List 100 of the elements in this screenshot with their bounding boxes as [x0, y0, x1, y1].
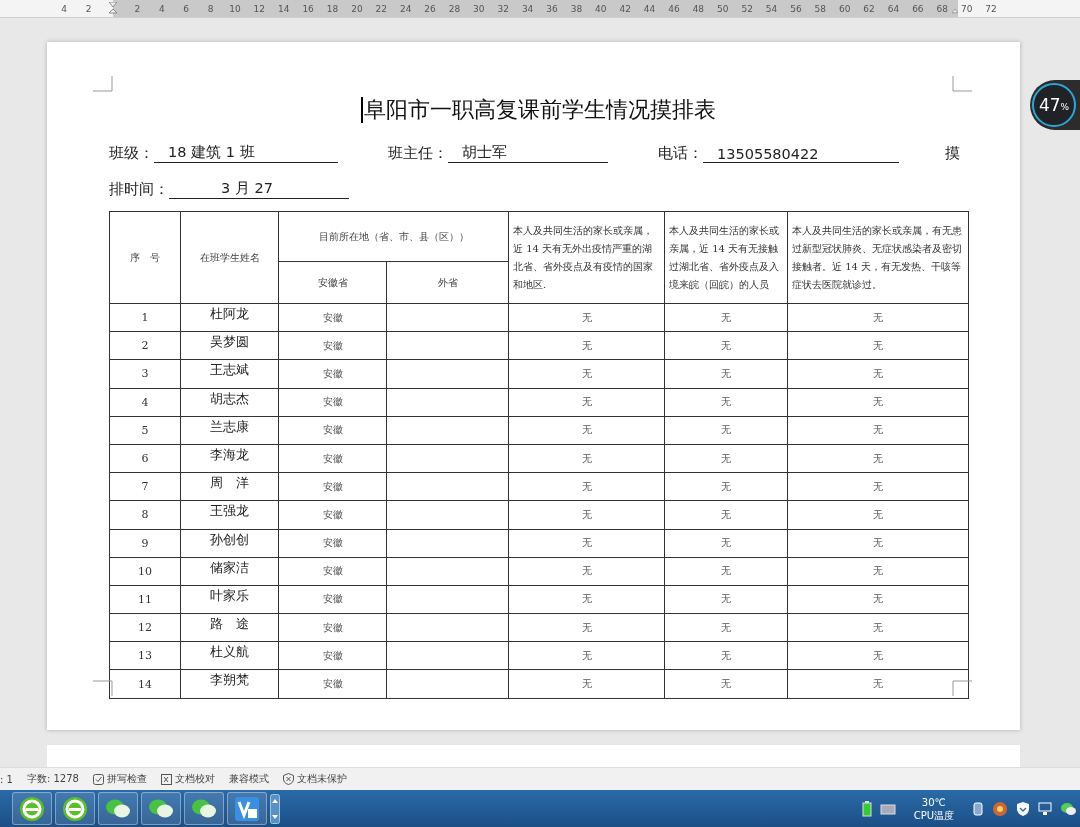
table-cell: 无: [508, 303, 665, 332]
table-cell: 安徽: [278, 359, 387, 389]
table-cell: 11: [109, 585, 181, 614]
ruler-number: 62: [863, 3, 875, 14]
table-cell: 无: [787, 472, 969, 501]
table-cell: 6: [109, 444, 181, 473]
chat-icon[interactable]: [191, 797, 217, 820]
field-label: 班级：: [109, 144, 154, 163]
ruler-number: 28: [448, 3, 461, 14]
table-cell: 无: [787, 331, 969, 360]
ruler-number: 40: [595, 3, 607, 14]
ruler-number: 16: [302, 3, 314, 14]
field-value: 18 建筑 1 班: [154, 143, 338, 163]
table-cell: 无: [664, 557, 788, 586]
table-cell: 无: [787, 303, 969, 332]
table-cell: 安徽: [278, 331, 387, 360]
field-label: 电话：: [658, 144, 703, 163]
ruler-number: 38: [570, 3, 583, 14]
ruler-number: 34: [521, 3, 534, 14]
table-cell: 无: [664, 500, 788, 529]
ruler-number: 50: [717, 3, 729, 14]
table-cell: 安徽: [278, 613, 387, 642]
table-cell: 孙创创: [180, 529, 279, 558]
corner-mark-icon: [93, 76, 113, 92]
table-cell: 无: [508, 359, 665, 389]
ruler-number: 18: [326, 3, 339, 14]
ruler-number: 64: [887, 3, 900, 14]
table-cell: 14: [109, 669, 181, 699]
chat-icon[interactable]: [1060, 801, 1076, 816]
table-cell: 无: [787, 529, 969, 558]
ruler-number: 42: [619, 3, 631, 14]
ruler-number: 4: [61, 3, 68, 14]
table-cell: 无: [787, 613, 969, 642]
table-cell: 安徽: [278, 557, 387, 586]
ruler-number: 72: [985, 3, 997, 14]
table-cell: 无: [787, 641, 969, 670]
progress-widget[interactable]: 47%: [1030, 80, 1080, 130]
table-cell: 李朔梵: [180, 669, 279, 699]
table-cell: 杜阿龙: [180, 303, 279, 332]
table-cell: 无: [787, 359, 969, 389]
status-item[interactable]: 拼写检查: [106, 772, 147, 786]
monitor-icon[interactable]: [1038, 801, 1052, 816]
table-cell: 无: [664, 641, 788, 670]
corner-mark-icon: [952, 680, 972, 696]
table-cell: 4: [109, 388, 181, 417]
table-cell: 无: [787, 416, 969, 445]
table-cell: 无: [787, 585, 969, 614]
status-item[interactable]: 文档校对: [174, 772, 215, 786]
table-cell: 2: [109, 331, 181, 360]
drive-icon[interactable]: [879, 802, 896, 815]
chat-icon[interactable]: [105, 797, 131, 820]
ruler-number: 30: [473, 3, 485, 14]
ruler-number: 24: [399, 3, 412, 14]
field-label: 摸: [945, 144, 960, 163]
scroll-arrows-icon[interactable]: [270, 793, 280, 824]
battery-icon[interactable]: [861, 800, 872, 817]
table-cell: 安徽: [278, 500, 387, 529]
ruler-number: 68: [936, 3, 948, 14]
table-cell: 王志斌: [180, 359, 279, 389]
column-header: 本人及共同生活的家长或亲属，近 14 天有无外出疫情严重的湖北省、省外疫点及有疫情的国家和地区.: [508, 211, 665, 304]
table-cell: 无: [787, 388, 969, 417]
table-cell: 胡志杰: [180, 388, 279, 417]
status-item[interactable]: 兼容模式: [228, 772, 269, 786]
column-header: 本人及共同生活的家长或亲属，有无患过新型冠状肺炎、无症状感染者及密切接触者。近 14 天，有无发热、干咳等症状去医院就诊过。: [787, 211, 969, 304]
table-cell: 安徽: [278, 585, 387, 614]
table-cell: 9: [109, 529, 181, 558]
app-tray-icon[interactable]: [992, 800, 1008, 817]
table-cell: 无: [508, 416, 665, 445]
table-cell: 无: [664, 613, 788, 642]
status-item[interactable]: 文档未保护: [296, 772, 347, 786]
table-cell: 无: [664, 359, 788, 389]
browser-icon[interactable]: [19, 795, 45, 822]
table-cell: 无: [787, 500, 969, 529]
word-count: 字数: 1278: [26, 772, 79, 786]
ruler-number: 6: [183, 3, 189, 14]
table-cell: 12: [109, 613, 181, 642]
document-title: 阜阳市一职高复课前学生情况摸排表: [363, 96, 716, 124]
ruler-number: 46: [668, 3, 680, 14]
table-cell: 杜义航: [180, 641, 279, 670]
chat-icon[interactable]: [148, 797, 174, 820]
column-header: 在班学生姓名: [180, 211, 279, 304]
ruler-number: 36: [546, 3, 558, 14]
ruler-number: 22: [375, 3, 387, 14]
shield-icon[interactable]: [1016, 800, 1030, 817]
editor-icon[interactable]: [234, 795, 260, 822]
table-cell: 周 洋: [180, 472, 279, 501]
ruler-number: 32: [497, 3, 509, 14]
browser-icon[interactable]: [62, 795, 88, 822]
table-cell: 无: [508, 557, 665, 586]
ruler-number: 2: [134, 3, 141, 14]
indent-marker-icon[interactable]: [109, 2, 117, 16]
table-cell: 7: [109, 472, 181, 501]
table-cell: 无: [508, 641, 665, 670]
field-label: 班主任：: [388, 144, 448, 163]
corner-mark-icon: [93, 680, 113, 696]
table-cell: 无: [508, 613, 665, 642]
ruler-number: 66: [912, 3, 924, 14]
table-cell: 1: [109, 303, 181, 332]
table-cell: 叶家乐: [180, 585, 279, 614]
table-cell: 无: [787, 669, 969, 699]
